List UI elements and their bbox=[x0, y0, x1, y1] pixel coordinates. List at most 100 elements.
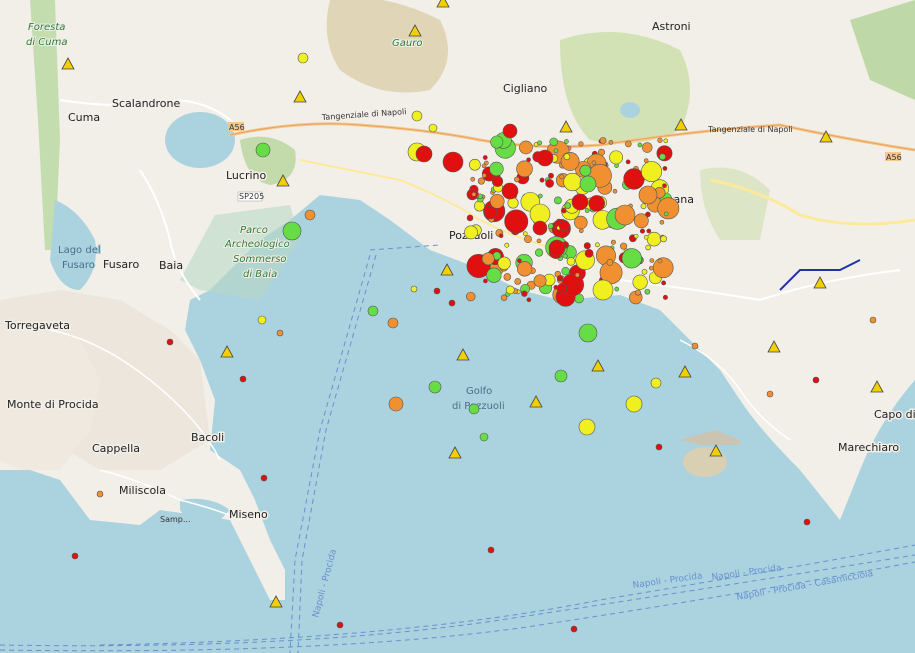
earthquake-marker[interactable] bbox=[532, 220, 548, 236]
earthquake-marker[interactable] bbox=[606, 258, 614, 266]
earthquake-marker[interactable] bbox=[498, 233, 504, 239]
earthquake-marker[interactable] bbox=[640, 203, 647, 210]
earthquake-marker[interactable] bbox=[584, 208, 590, 213]
earthquake-marker[interactable] bbox=[578, 228, 584, 234]
earthquake-marker[interactable] bbox=[521, 290, 528, 297]
earthquake-marker[interactable] bbox=[489, 161, 504, 177]
earthquake-marker[interactable] bbox=[504, 242, 510, 248]
earthquake-marker[interactable] bbox=[533, 274, 547, 288]
earthquake-marker[interactable] bbox=[652, 257, 674, 279]
earthquake-marker[interactable] bbox=[415, 145, 433, 163]
earthquake-marker[interactable] bbox=[539, 177, 545, 183]
earthquake-marker[interactable] bbox=[662, 294, 668, 300]
earthquake-marker[interactable] bbox=[564, 202, 572, 209]
earthquake-marker[interactable] bbox=[276, 329, 284, 337]
earthquake-marker[interactable] bbox=[559, 174, 565, 180]
earthquake-marker[interactable] bbox=[578, 323, 598, 343]
earthquake-marker[interactable] bbox=[282, 221, 302, 241]
earthquake-marker[interactable] bbox=[545, 178, 554, 188]
earthquake-marker[interactable] bbox=[661, 280, 667, 286]
earthquake-marker[interactable] bbox=[662, 166, 668, 171]
earthquake-marker[interactable] bbox=[570, 625, 578, 633]
earthquake-marker[interactable] bbox=[367, 305, 379, 317]
earthquake-marker[interactable] bbox=[558, 220, 570, 232]
earthquake-marker[interactable] bbox=[657, 258, 663, 264]
earthquake-marker[interactable] bbox=[481, 252, 495, 266]
earthquake-marker[interactable] bbox=[641, 268, 648, 275]
earthquake-marker[interactable] bbox=[428, 123, 438, 133]
earthquake-marker[interactable] bbox=[609, 150, 624, 165]
earthquake-marker[interactable] bbox=[612, 188, 618, 194]
earthquake-marker[interactable] bbox=[387, 317, 399, 329]
earthquake-marker[interactable] bbox=[663, 138, 669, 144]
earthquake-marker[interactable] bbox=[591, 160, 597, 166]
earthquake-marker[interactable] bbox=[96, 490, 104, 498]
seismic-station-marker[interactable] bbox=[529, 395, 543, 408]
earthquake-marker[interactable] bbox=[662, 183, 667, 189]
earthquake-marker[interactable] bbox=[578, 141, 584, 147]
earthquake-marker[interactable] bbox=[566, 257, 576, 266]
earthquake-marker[interactable] bbox=[556, 283, 568, 294]
earthquake-marker[interactable] bbox=[517, 258, 522, 264]
earthquake-marker[interactable] bbox=[635, 289, 642, 296]
earthquake-marker[interactable] bbox=[657, 137, 663, 143]
earthquake-marker[interactable] bbox=[564, 139, 569, 144]
earthquake-marker[interactable] bbox=[655, 443, 663, 451]
earthquake-marker[interactable] bbox=[649, 258, 655, 263]
seismic-station-marker[interactable] bbox=[440, 263, 454, 276]
earthquake-marker[interactable] bbox=[645, 211, 651, 218]
earthquake-marker[interactable] bbox=[468, 403, 480, 415]
earthquake-marker[interactable] bbox=[486, 267, 502, 283]
earthquake-marker[interactable] bbox=[505, 285, 515, 295]
earthquake-marker[interactable] bbox=[497, 256, 511, 270]
earthquake-marker[interactable] bbox=[803, 518, 811, 526]
earthquake-marker[interactable] bbox=[464, 225, 478, 240]
earthquake-marker[interactable] bbox=[614, 204, 636, 226]
earthquake-marker[interactable] bbox=[644, 288, 651, 295]
earthquake-marker[interactable] bbox=[554, 196, 562, 205]
earthquake-marker[interactable] bbox=[660, 235, 668, 243]
earthquake-marker[interactable] bbox=[646, 231, 662, 247]
earthquake-marker[interactable] bbox=[625, 159, 631, 165]
earthquake-marker[interactable] bbox=[659, 220, 665, 225]
earthquake-marker[interactable] bbox=[563, 153, 571, 160]
earthquake-marker[interactable] bbox=[474, 200, 485, 212]
earthquake-marker[interactable] bbox=[503, 273, 512, 281]
earthquake-marker[interactable] bbox=[643, 234, 649, 240]
earthquake-marker[interactable] bbox=[336, 621, 344, 629]
earthquake-marker[interactable] bbox=[442, 151, 464, 173]
earthquake-marker[interactable] bbox=[502, 123, 518, 139]
earthquake-marker[interactable] bbox=[479, 432, 489, 442]
earthquake-marker[interactable] bbox=[766, 390, 774, 398]
earthquake-marker[interactable] bbox=[166, 338, 174, 346]
earthquake-marker[interactable] bbox=[514, 278, 522, 285]
earthquake-marker[interactable] bbox=[657, 197, 680, 220]
earthquake-marker[interactable] bbox=[650, 377, 662, 389]
earthquake-marker[interactable] bbox=[562, 253, 568, 259]
earthquake-marker[interactable] bbox=[257, 315, 267, 325]
earthquake-marker[interactable] bbox=[584, 248, 594, 258]
earthquake-marker[interactable] bbox=[632, 274, 648, 290]
earthquake-marker[interactable] bbox=[588, 195, 605, 212]
earthquake-marker[interactable] bbox=[410, 285, 418, 293]
earthquake-marker[interactable] bbox=[556, 275, 564, 282]
earthquake-marker[interactable] bbox=[869, 316, 877, 324]
earthquake-marker[interactable] bbox=[490, 135, 504, 149]
earthquake-marker[interactable] bbox=[583, 242, 591, 250]
earthquake-marker[interactable] bbox=[614, 286, 620, 292]
earthquake-marker[interactable] bbox=[466, 291, 476, 302]
earthquake-marker[interactable] bbox=[466, 214, 474, 222]
earthquake-marker[interactable] bbox=[469, 158, 481, 171]
earthquake-marker[interactable] bbox=[648, 265, 654, 271]
earthquake-marker[interactable] bbox=[491, 175, 504, 187]
earthquake-marker[interactable] bbox=[574, 272, 580, 278]
earthquake-marker[interactable] bbox=[501, 182, 519, 200]
earthquake-marker[interactable] bbox=[549, 137, 558, 147]
earthquake-marker[interactable] bbox=[255, 142, 271, 158]
earthquake-marker[interactable] bbox=[433, 287, 441, 295]
earthquake-marker[interactable] bbox=[553, 148, 559, 154]
earthquake-marker[interactable] bbox=[470, 176, 476, 182]
earthquake-marker[interactable] bbox=[483, 278, 488, 284]
earthquake-marker[interactable] bbox=[536, 238, 542, 244]
earthquake-marker[interactable] bbox=[578, 418, 596, 436]
